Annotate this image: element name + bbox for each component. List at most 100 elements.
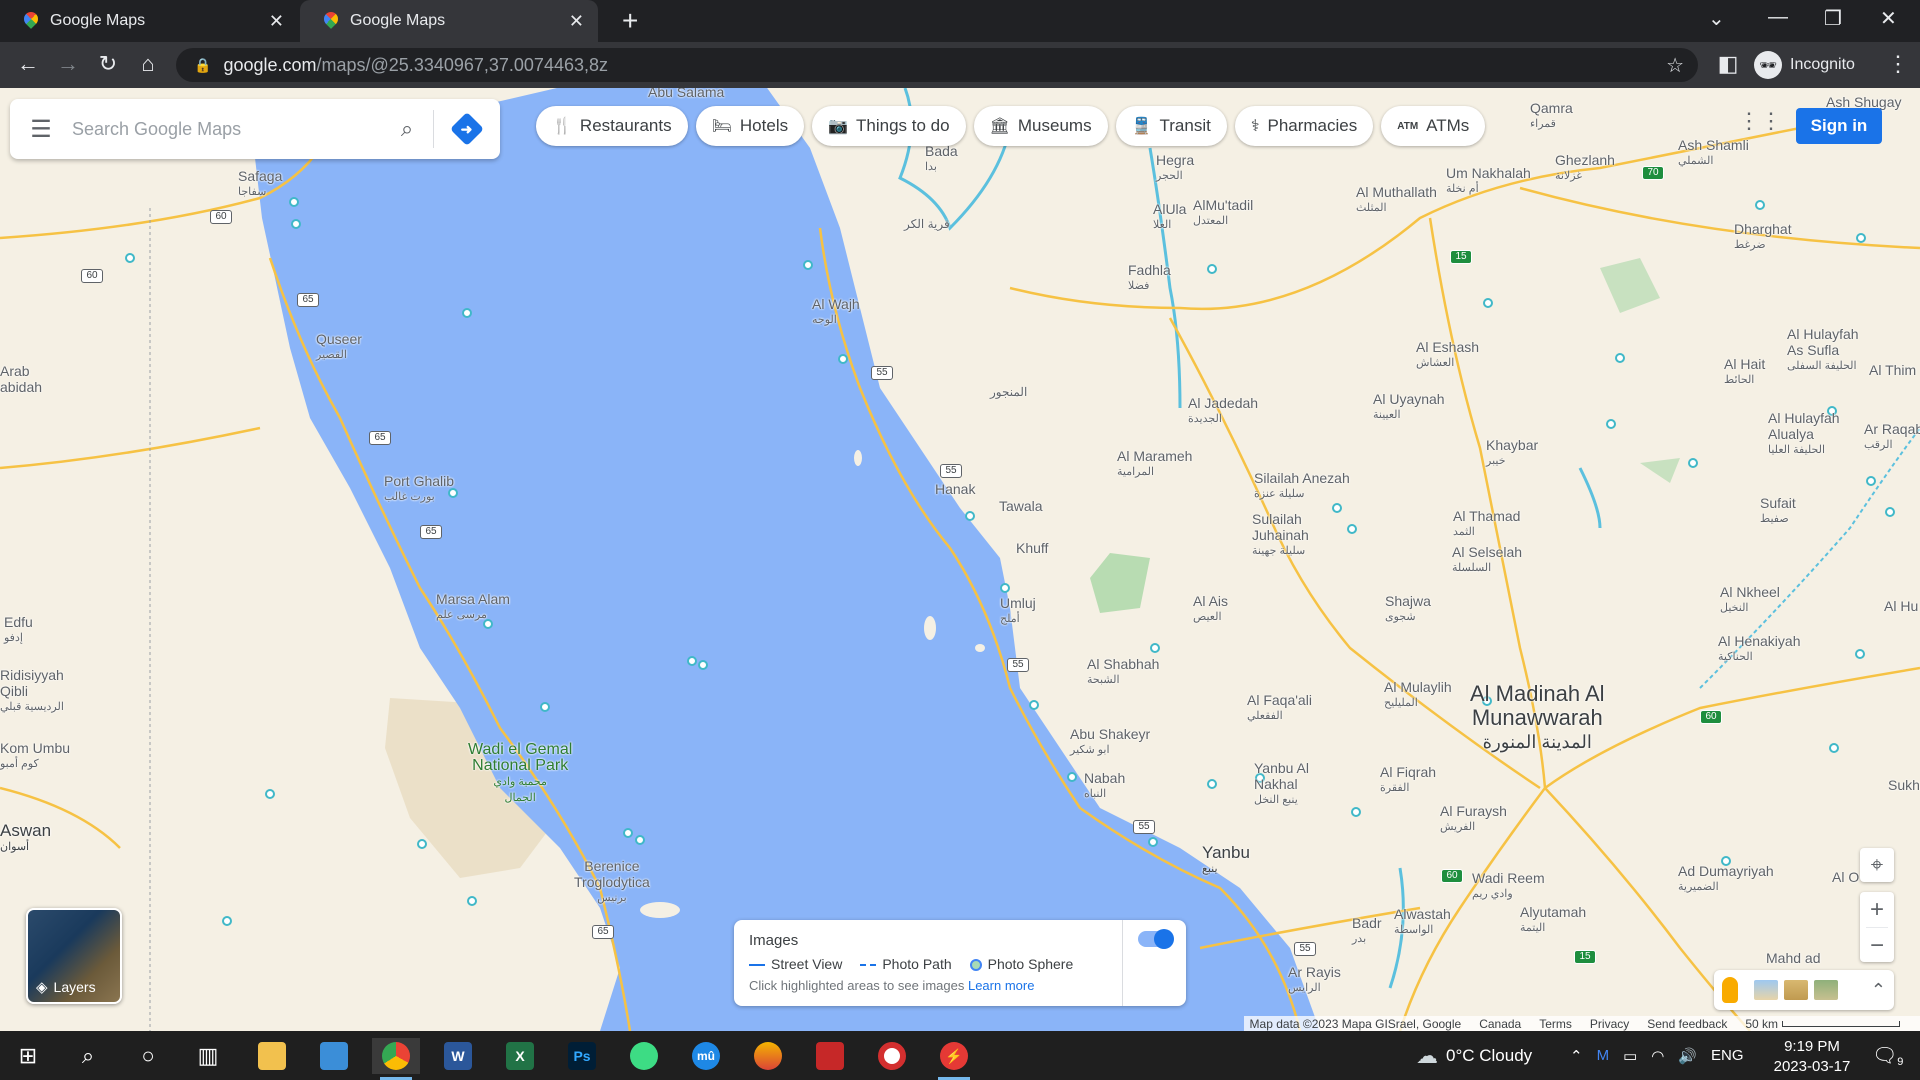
browser-tab-2[interactable]: Google Maps ✕ [300, 0, 598, 42]
reload-icon[interactable]: ↻ [94, 51, 122, 77]
close-window-button[interactable]: ✕ [1880, 6, 1897, 31]
bolt-app-icon[interactable]: ⚡ [930, 1038, 978, 1080]
scale-bar[interactable]: 50 km [1745, 1017, 1900, 1031]
place-um-nakhalah[interactable]: Um Nakhalah أم نخلة [1446, 165, 1531, 197]
imagery-thumbnail[interactable] [1784, 980, 1808, 1000]
place-wadi-el-gemal[interactable]: Wadi el Gemal National Park محمية وادي ال… [468, 742, 572, 806]
side-panel-icon[interactable]: ◧ [1714, 51, 1742, 77]
forward-icon[interactable]: → [54, 51, 82, 77]
place-abu-shakeyr[interactable]: Abu Shakeyr ابو شكير [1070, 726, 1150, 758]
cortana-icon[interactable]: ○ [124, 1038, 172, 1074]
search-icon[interactable]: ⌕ [381, 116, 433, 142]
hamburger-menu-icon[interactable]: ☰ [10, 115, 72, 144]
mu-app-icon[interactable]: mû [682, 1038, 730, 1074]
place-quseer[interactable]: Quseer القصير [316, 331, 362, 363]
place-fadhla[interactable]: Fadhla فضلا [1128, 262, 1171, 294]
m-app-tray-icon[interactable]: M [1597, 1047, 1610, 1064]
imagery-thumbnail[interactable] [1814, 980, 1838, 1000]
place-al-eshash[interactable]: Al Eshash العشاش [1416, 339, 1479, 371]
learn-more-link[interactable]: Learn more [968, 978, 1034, 993]
bookmark-star-icon[interactable]: ☆ [1666, 53, 1684, 78]
chip-transit[interactable]: 🚆 Transit [1115, 106, 1227, 146]
place-ash-shamli[interactable]: Ash Shamli الشملي [1678, 137, 1749, 169]
chip-atms[interactable]: ATM ATMs [1381, 106, 1486, 146]
wifi-icon[interactable]: ◠ [1651, 1047, 1664, 1065]
place-al-o[interactable]: Al O [1832, 869, 1859, 885]
back-icon[interactable]: ← [14, 51, 42, 77]
chip-hotels[interactable]: 🛏 Hotels [695, 106, 805, 146]
place-qaryat-al-karr[interactable]: قرية الكر [904, 216, 950, 232]
place-ghezlanh[interactable]: Ghezlanh غزلانة [1555, 152, 1615, 184]
place-hegra[interactable]: Hegra الحجر [1156, 152, 1194, 184]
place-alula[interactable]: AlUla العلا [1153, 201, 1186, 233]
excel-icon[interactable]: X [496, 1038, 544, 1074]
place-al-henakiyah[interactable]: Al Henakiyah الحناكية [1718, 633, 1801, 665]
place-bada[interactable]: Bada بدا [925, 143, 958, 175]
browser-tab-1[interactable]: Google Maps ✕ [0, 0, 298, 42]
place-berenice[interactable]: Berenice Troglodytica برنيس [574, 858, 650, 906]
place-port-ghalib[interactable]: Port Ghalib بورت غالب [384, 473, 454, 505]
place-al-shabhah[interactable]: Al Shabhah الشبحة [1087, 656, 1159, 688]
country-link[interactable]: Canada [1479, 1017, 1521, 1031]
images-toggle[interactable] [1138, 929, 1174, 949]
incognito-profile[interactable]: 🕶 Incognito [1754, 51, 1855, 79]
address-bar[interactable]: 🔒 google.com/maps/@25.3340967,37.0074463… [176, 48, 1698, 82]
place-al-muthallath[interactable]: Al Muthallath المثلث [1356, 184, 1437, 216]
place-kom-umbu[interactable]: Kom Umbu كوم أمبو [0, 740, 70, 772]
place-ar-raqab[interactable]: Ar Raqab الرقب [1864, 421, 1920, 453]
place-ad-dumayriyah[interactable]: Ad Dumayriyah الضميرية [1678, 863, 1774, 895]
place-alwastah[interactable]: Alwastah الواسطة [1394, 906, 1451, 938]
privacy-link[interactable]: Privacy [1590, 1017, 1629, 1031]
place-badr[interactable]: Badr بدر [1352, 915, 1382, 947]
place-al-fiqrah[interactable]: Al Fiqrah الفقرة [1380, 764, 1436, 796]
place-abu-salama[interactable]: Abu Salama [648, 88, 724, 100]
battery-icon[interactable]: ▭ [1623, 1047, 1637, 1065]
chevron-up-icon[interactable]: ⌃ [1570, 1047, 1583, 1065]
control-panel-icon[interactable] [310, 1038, 358, 1074]
place-marsa-alam[interactable]: Marsa Alam مرسى علم [436, 591, 510, 623]
imagery-thumbnail[interactable] [1754, 980, 1778, 1000]
task-view-icon[interactable]: ▥ [184, 1038, 232, 1074]
weather-widget[interactable]: ☁ 0°C Cloudy [1416, 1031, 1532, 1080]
place-mahd-ad[interactable]: Mahd ad [1766, 950, 1820, 966]
record-app-icon[interactable] [806, 1038, 854, 1074]
place-aswan[interactable]: Aswan أسوان [0, 822, 51, 855]
place-yanbu-al-nakhl[interactable]: Yanbu Al Nakhal ينبع النخل [1254, 760, 1309, 808]
place-umluj[interactable]: Umluj أملج [1000, 595, 1036, 627]
language-indicator[interactable]: ENG [1711, 1047, 1744, 1064]
browser-menu-icon[interactable]: ⋮ [1884, 51, 1912, 77]
word-icon[interactable]: W [434, 1038, 482, 1074]
photoshop-icon[interactable]: Ps [558, 1038, 606, 1074]
google-apps-icon[interactable]: ⋮⋮ [1738, 108, 1782, 138]
search-input[interactable] [72, 118, 381, 140]
send-feedback-link[interactable]: Send feedback [1647, 1017, 1727, 1031]
place-wadi-reem[interactable]: Wadi Reem وادي ريم [1472, 870, 1545, 902]
place-dharghat[interactable]: Dharghat ضرغط [1734, 221, 1792, 253]
lock-icon[interactable]: 🔒 [194, 57, 211, 74]
chrome-icon[interactable] [372, 1038, 420, 1080]
place-al-nkheel[interactable]: Al Nkheel النخيل [1720, 584, 1780, 616]
place-sufait[interactable]: Sufait صفيط [1760, 495, 1796, 527]
place-al-hu[interactable]: Al Hu [1884, 598, 1918, 614]
place-al-hulayfah-as-sufla[interactable]: Al Hulayfah As Sufla الحليفة السفلى [1787, 326, 1859, 374]
place-al-hulayfah-alualya[interactable]: Al Hulayfah Alualya الحليفة العليا [1768, 410, 1840, 458]
chip-things-to-do[interactable]: 📷 Things to do [812, 106, 966, 146]
directions-button[interactable]: ➜ [434, 112, 500, 146]
tab-search-chevron-icon[interactable]: ⌄ [1708, 6, 1725, 31]
chevron-up-icon[interactable]: ⌃ [1871, 980, 1886, 1001]
place-ar-rayis[interactable]: Ar Rayis الرايس [1288, 964, 1341, 996]
place-ridisiyyah[interactable]: Ridisiyyah Qibli الرديسية قبلي [0, 667, 64, 715]
notifications-button[interactable]: 🗨 9 [1872, 1031, 1903, 1080]
place-al-thamad[interactable]: Al Thamad الثمد [1453, 508, 1520, 540]
chip-museums[interactable]: 🏛 Museums [973, 106, 1108, 146]
restore-button[interactable]: ❐ [1824, 6, 1842, 31]
place-al-marameh[interactable]: Al Marameh المرامية [1117, 448, 1192, 480]
tab-close-icon[interactable]: ✕ [269, 11, 284, 32]
place-almutadil[interactable]: AlMu'tadil المعتدل [1193, 197, 1253, 229]
place-al-ais[interactable]: Al Ais العيص [1193, 593, 1228, 625]
place-hanak[interactable]: Hanak [935, 481, 975, 497]
search-icon[interactable]: ⌕ [64, 1038, 112, 1074]
place-silailah-anezah[interactable]: Silailah Anezah سليلة عنزة [1254, 470, 1350, 502]
home-icon[interactable]: ⌂ [134, 51, 162, 77]
map-canvas[interactable]: Abu Salama Safaga سفاجا Quseer القصير Arab… [0, 88, 1920, 1031]
